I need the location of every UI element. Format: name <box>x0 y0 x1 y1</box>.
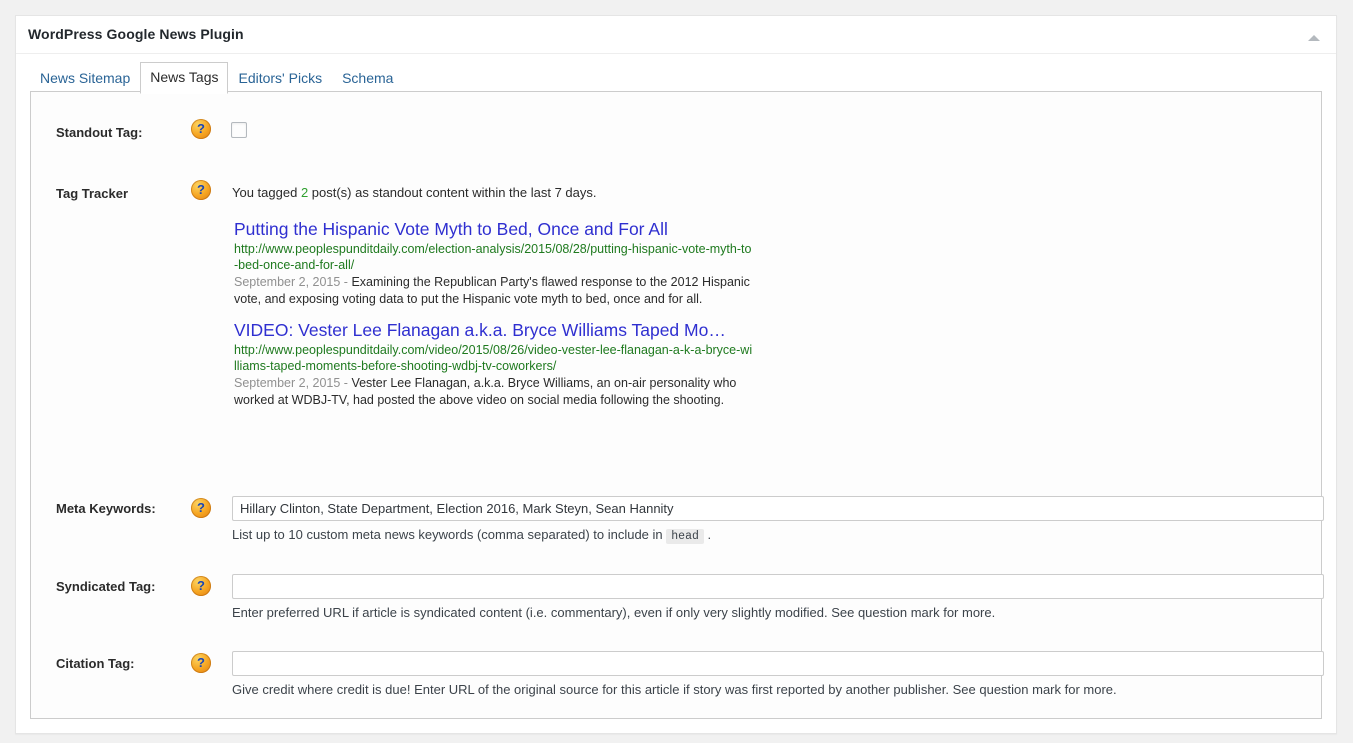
tab-schema[interactable]: Schema <box>332 63 403 94</box>
row-syndicated-tag: Syndicated Tag: Enter preferred URL if a… <box>31 574 1324 634</box>
result-date: September 2, 2015 - <box>234 275 352 289</box>
row-meta-keywords: Meta Keywords: List up to 10 custom meta… <box>31 496 1324 556</box>
desc-text-after: . <box>703 527 712 542</box>
tracker-summary-suffix: post(s) as standout content within the l… <box>308 185 597 200</box>
help-question-icon[interactable] <box>191 180 211 200</box>
citation-tag-label: Citation Tag: <box>56 656 135 671</box>
standout-tag-checkbox[interactable] <box>231 122 247 138</box>
metabox-body: News Sitemap News Tags Editors' Picks Schem… <box>16 54 1336 733</box>
result-title-link[interactable]: Putting the Hispanic Vote Myth to Bed, O… <box>234 218 754 240</box>
tracker-summary-prefix: You tagged <box>232 185 301 200</box>
result-title-link[interactable]: VIDEO: Vester Lee Flanagan a.k.a. Bryce … <box>234 319 754 341</box>
list-item: VIDEO: Vester Lee Flanagan a.k.a. Bryce … <box>234 319 754 409</box>
meta-keywords-description: List up to 10 custom meta news keywords … <box>232 527 712 544</box>
citation-tag-description: Give credit where credit is due! Enter U… <box>232 682 1117 697</box>
result-description: September 2, 2015 - Examining the Republ… <box>234 274 754 308</box>
row-tag-tracker: Tag Tracker You tagged 2 post(s) as stan… <box>31 180 1321 472</box>
citation-tag-input[interactable] <box>232 651 1324 676</box>
list-item: Putting the Hispanic Vote Myth to Bed, O… <box>234 218 754 308</box>
page-title: WordPress Google News Plugin <box>28 26 244 42</box>
tab-editors-picks[interactable]: Editors' Picks <box>228 63 332 94</box>
row-citation-tag: Citation Tag: Give credit where credit i… <box>31 651 1324 711</box>
tab-bar: News Sitemap News Tags Editors' Picks Schem… <box>30 54 1322 94</box>
syndicated-tag-input[interactable] <box>232 574 1324 599</box>
triangle-up-icon[interactable] <box>1304 28 1324 48</box>
help-question-icon[interactable] <box>191 498 211 518</box>
result-url: http://www.peoplespunditdaily.com/electi… <box>234 242 752 272</box>
tab-news-tags[interactable]: News Tags <box>140 62 229 94</box>
help-question-icon[interactable] <box>191 653 211 673</box>
standout-tag-label: Standout Tag: <box>56 125 143 140</box>
tab-news-sitemap[interactable]: News Sitemap <box>30 63 140 94</box>
help-question-icon[interactable] <box>191 576 211 596</box>
head-code-tag: head <box>666 529 704 544</box>
row-standout-tag: Standout Tag: <box>31 119 1321 162</box>
tracked-results-list: Putting the Hispanic Vote Myth to Bed, O… <box>234 218 754 419</box>
meta-keywords-input[interactable] <box>232 496 1324 521</box>
meta-keywords-label: Meta Keywords: <box>56 501 156 516</box>
help-question-icon[interactable] <box>191 119 211 139</box>
tag-tracker-label: Tag Tracker <box>56 186 129 201</box>
syndicated-tag-description: Enter preferred URL if article is syndic… <box>232 605 996 620</box>
plugin-metabox: WordPress Google News Plugin News Sitema… <box>15 15 1337 734</box>
result-description: September 2, 2015 - Vester Lee Flanagan,… <box>234 375 754 409</box>
metabox-header: WordPress Google News Plugin <box>16 16 1336 54</box>
result-url: http://www.peoplespunditdaily.com/video/… <box>234 343 753 373</box>
triangle-up-glyph <box>1308 35 1320 41</box>
news-tags-panel: Standout Tag: Tag Tracker You tagged 2 p… <box>30 91 1324 719</box>
desc-text-before: List up to 10 custom meta news keywords … <box>232 527 667 542</box>
tracker-summary: You tagged 2 post(s) as standout content… <box>232 185 597 200</box>
result-date: September 2, 2015 - <box>234 376 352 390</box>
syndicated-tag-label: Syndicated Tag: <box>56 579 156 594</box>
